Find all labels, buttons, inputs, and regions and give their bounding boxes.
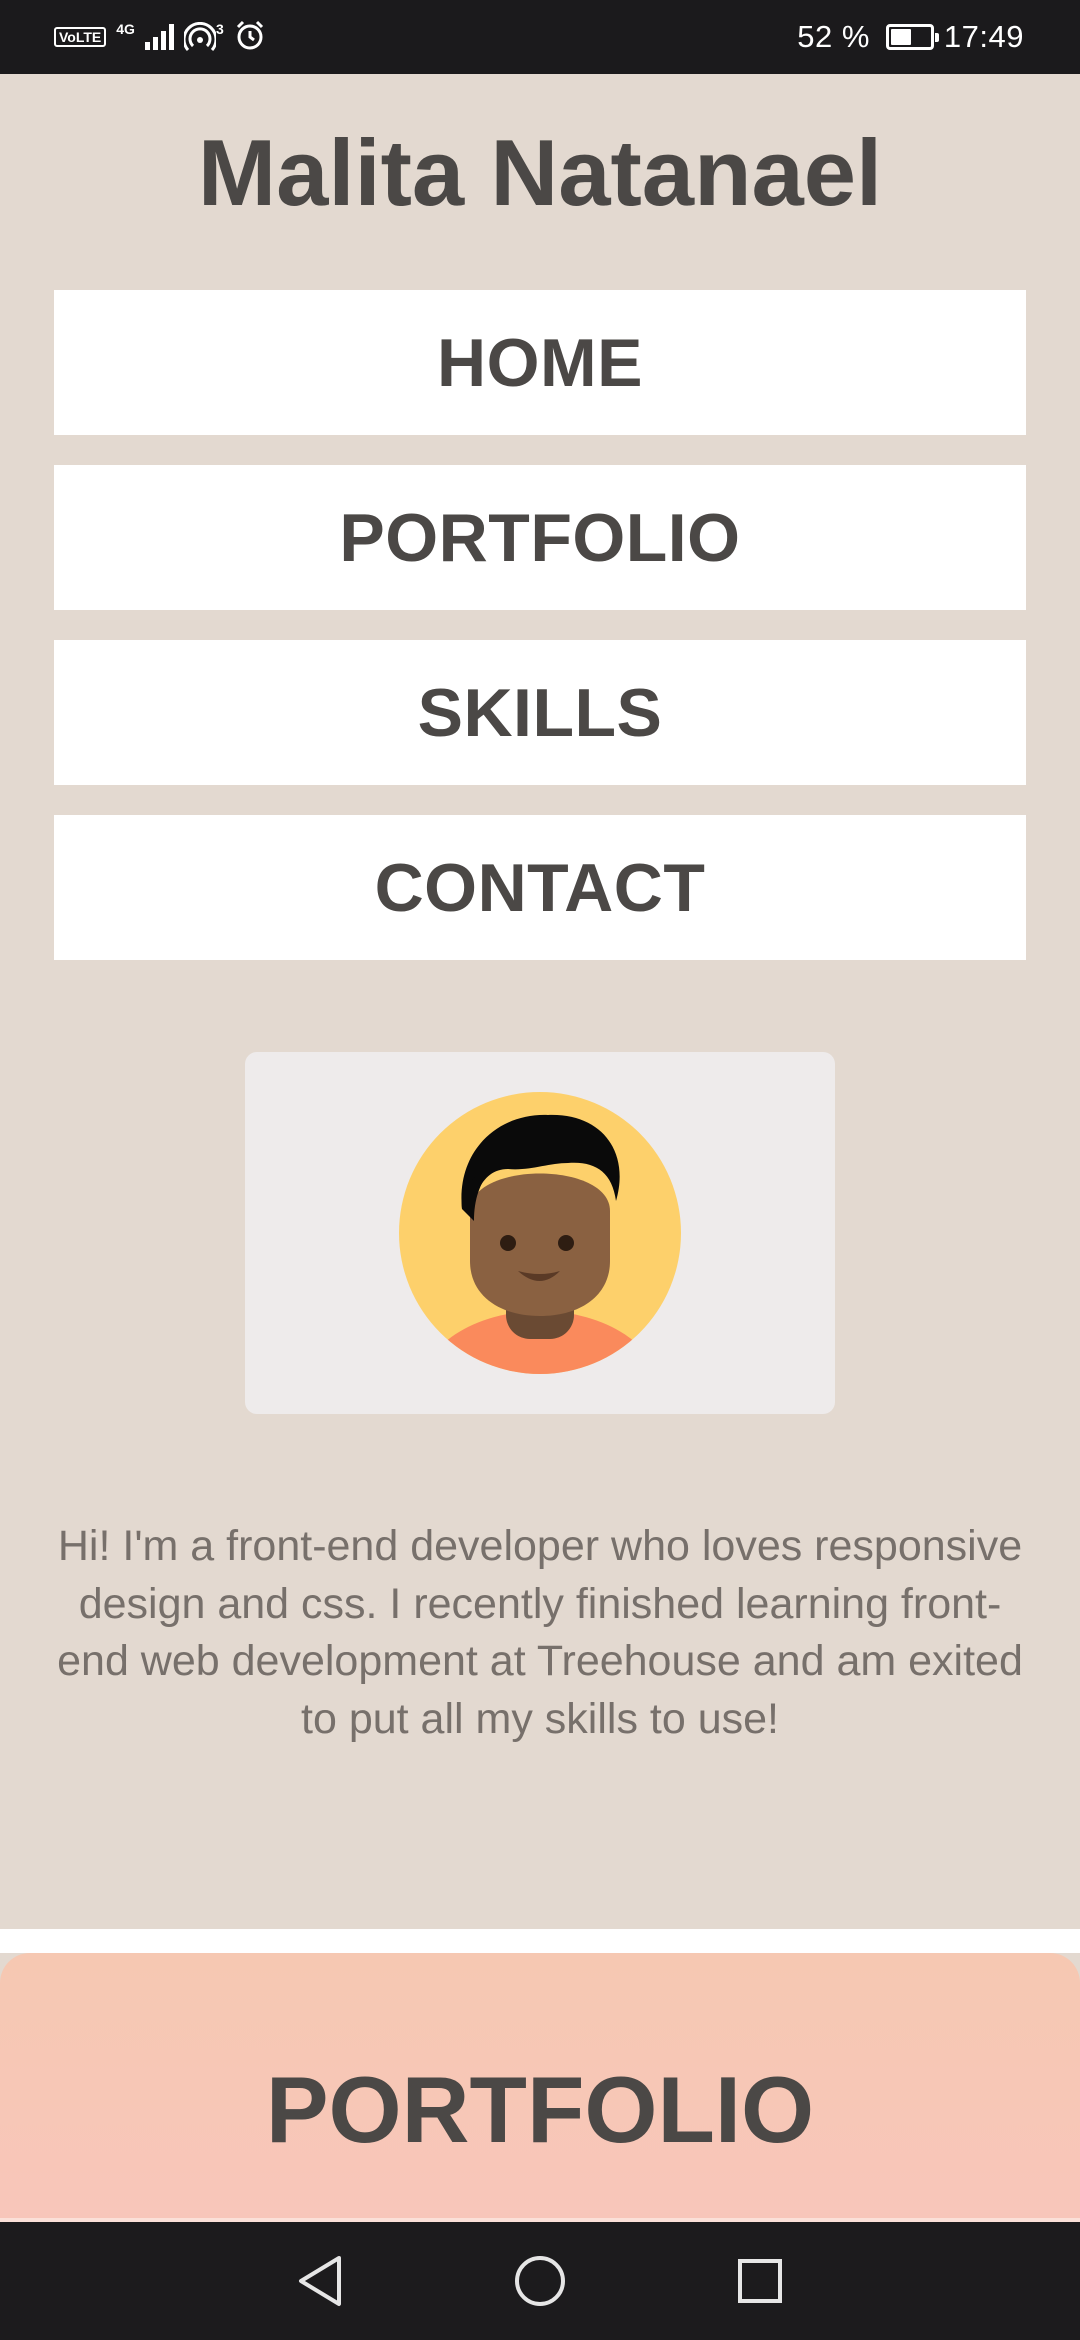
volte-icon: VoLTE [54,27,107,47]
back-triangle-icon[interactable] [290,2251,350,2311]
bio-text: Hi! I'm a front-end developer who loves … [57,1522,1023,1743]
hotspot-icon: 3 [183,21,224,52]
site-title: Malita Natanael [197,120,883,225]
battery-icon [885,24,939,50]
alarm-icon [234,19,266,56]
recents-square-icon[interactable] [730,2251,790,2311]
hotspot-count: 3 [215,21,224,37]
person-avatar-icon [399,1092,681,1374]
nav-item-portfolio[interactable]: PORTFOLIO [54,465,1026,610]
clock: 17:49 [943,19,1024,54]
android-nav-bar [0,2222,1080,2340]
nav-item-contact[interactable]: CONTACT [54,815,1026,960]
main-nav: HOME PORTFOLIO SKILLS CONTACT [54,290,1026,990]
profile-image-card [245,1052,835,1414]
network-type: 4G [116,21,135,37]
battery-percent: 52 % [797,19,870,54]
status-left-group: VoLTE 4G 3 [54,19,266,56]
status-bar: VoLTE 4G 3 52 % 17:49 [0,0,1080,74]
battery-fill [890,29,911,45]
nav-item-skills[interactable]: SKILLS [54,640,1026,785]
portfolio-heading: PORTFOLIO [265,2057,815,2162]
signal-icon [144,24,174,50]
home-circle-icon[interactable] [510,2251,570,2311]
status-right-group: 52 % 17:49 [797,19,1024,55]
section-divider [0,1929,1080,1953]
nav-item-home[interactable]: HOME [54,290,1026,435]
